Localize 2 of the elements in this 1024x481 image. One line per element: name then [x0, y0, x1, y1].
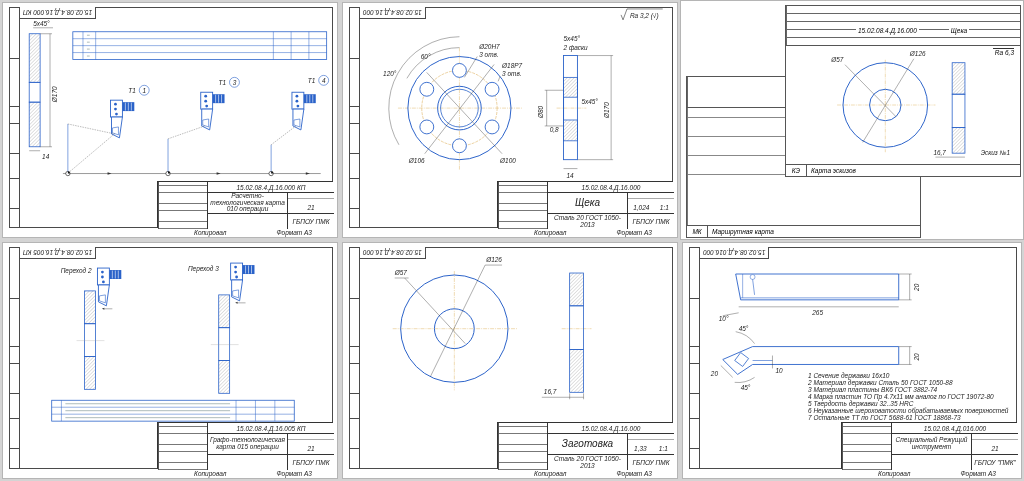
part-name: Заготовка [561, 438, 614, 450]
part-name: Щека [574, 197, 601, 209]
